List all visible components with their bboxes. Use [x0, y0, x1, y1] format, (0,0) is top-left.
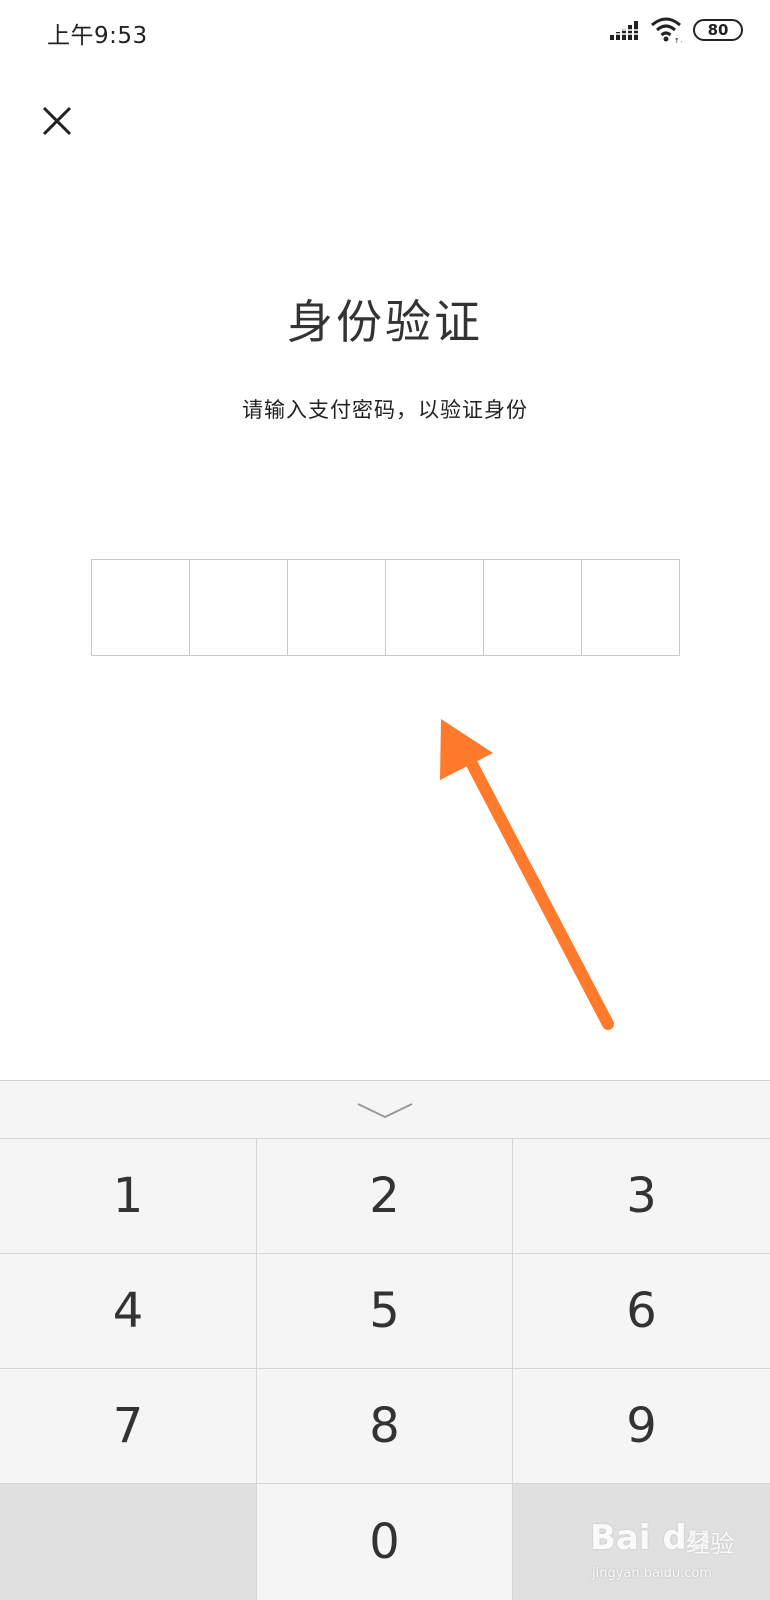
signal-icon	[610, 21, 638, 40]
pin-cell[interactable]	[484, 560, 582, 655]
key-6[interactable]: 6	[513, 1254, 770, 1369]
key-3[interactable]: 3	[513, 1139, 770, 1254]
wifi-icon: ↑↓	[651, 17, 682, 44]
close-button[interactable]	[38, 102, 76, 140]
status-bar: 上午9:53 ↑↓ 80	[0, 0, 770, 64]
baidu-jingyan-watermark: Bai du 经验 jingyan.baidu.com	[590, 1500, 760, 1590]
chevron-down-icon	[357, 1103, 413, 1119]
pin-cell[interactable]	[386, 560, 484, 655]
key-2[interactable]: 2	[257, 1139, 513, 1254]
pin-cell[interactable]	[582, 560, 679, 655]
key-4[interactable]: 4	[0, 1254, 257, 1369]
key-1[interactable]: 1	[0, 1139, 257, 1254]
key-0[interactable]: 0	[257, 1484, 513, 1600]
key-blank-left	[0, 1484, 257, 1600]
page-subtitle: 请输入支付密码，以验证身份	[242, 398, 528, 422]
svg-text:↑↓: ↑↓	[674, 37, 682, 44]
pin-cell[interactable]	[288, 560, 386, 655]
key-8[interactable]: 8	[257, 1369, 513, 1484]
watermark-suffix: 经验	[686, 1530, 734, 1558]
pin-cell[interactable]	[190, 560, 288, 655]
pin-cell[interactable]	[92, 560, 190, 655]
close-icon	[42, 106, 72, 136]
page-title: 身份验证	[287, 295, 483, 349]
keyboard-collapse-button[interactable]	[0, 1081, 770, 1139]
status-time: 上午9:53	[47, 23, 148, 49]
key-9[interactable]: 9	[513, 1369, 770, 1484]
key-7[interactable]: 7	[0, 1369, 257, 1484]
pin-input[interactable]	[91, 559, 680, 656]
key-5[interactable]: 5	[257, 1254, 513, 1369]
battery-icon: 80	[693, 19, 743, 41]
watermark-url: jingyan.baidu.com	[592, 1566, 712, 1581]
